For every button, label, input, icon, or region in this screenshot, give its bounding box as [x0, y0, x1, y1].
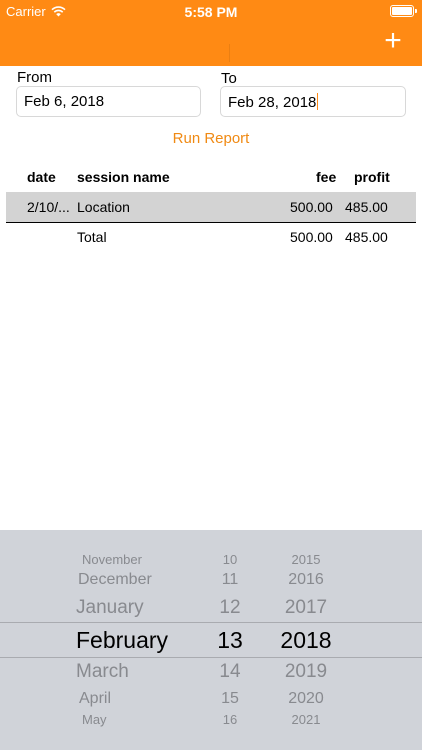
year-option[interactable]: 2019 — [270, 661, 342, 683]
add-button[interactable]: + — [382, 26, 404, 56]
cell-profit: 485.00 — [345, 199, 388, 215]
year-option[interactable]: 2015 — [270, 552, 342, 567]
status-time: 5:58 PM — [184, 4, 238, 20]
to-date-field[interactable]: Feb 28, 2018 — [220, 86, 406, 117]
date-picker[interactable]: November December January February March… — [0, 530, 422, 750]
day-option[interactable]: 14 — [196, 661, 264, 683]
total-divider — [6, 222, 416, 223]
day-option[interactable]: 11 — [196, 571, 264, 589]
from-date-field[interactable]: Feb 6, 2018 — [16, 86, 201, 117]
month-option[interactable]: January — [76, 597, 144, 619]
day-option[interactable]: 12 — [196, 597, 264, 619]
total-label: Total — [77, 229, 107, 245]
header-fee: fee — [316, 169, 337, 185]
cell-date: 2/10/... — [27, 199, 70, 215]
from-date-value: Feb 6, 2018 — [24, 93, 105, 110]
month-option[interactable]: May — [82, 712, 107, 727]
day-option[interactable]: 15 — [196, 690, 264, 708]
month-option[interactable]: April — [79, 690, 111, 708]
header-session-name: session name — [77, 169, 170, 185]
year-option-selected[interactable]: 2018 — [270, 627, 342, 654]
month-option[interactable]: March — [76, 661, 129, 683]
to-date-value: Feb 28, 2018 — [228, 94, 317, 111]
month-option-selected[interactable]: February — [76, 627, 168, 654]
year-option[interactable]: 2017 — [270, 597, 342, 619]
run-report-button[interactable]: Run Report — [0, 130, 422, 147]
cell-fee: 500.00 — [290, 199, 333, 215]
year-wheel[interactable]: 2015 2016 2017 2018 2019 2020 2021 — [270, 530, 342, 750]
month-option[interactable]: December — [78, 571, 152, 589]
day-option-selected[interactable]: 13 — [196, 627, 264, 654]
total-profit: 485.00 — [345, 229, 388, 245]
day-wheel[interactable]: 10 11 12 13 14 15 16 — [196, 530, 264, 750]
navigation-bar: Carrier 5:58 PM + — [0, 0, 422, 66]
day-option[interactable]: 10 — [196, 552, 264, 567]
year-option[interactable]: 2020 — [270, 690, 342, 708]
status-bar: Carrier 5:58 PM — [0, 0, 422, 22]
cell-session-name: Location — [77, 199, 130, 215]
to-label: To — [221, 70, 237, 87]
header-profit: profit — [354, 169, 390, 185]
day-option[interactable]: 16 — [196, 712, 264, 727]
total-fee: 500.00 — [290, 229, 333, 245]
year-option[interactable]: 2021 — [270, 712, 342, 727]
year-option[interactable]: 2016 — [270, 571, 342, 589]
header-date: date — [27, 169, 56, 185]
text-cursor — [317, 93, 319, 110]
nav-divider — [229, 44, 230, 62]
from-label: From — [17, 69, 52, 86]
battery-icon — [390, 5, 417, 17]
month-option[interactable]: November — [82, 552, 142, 567]
